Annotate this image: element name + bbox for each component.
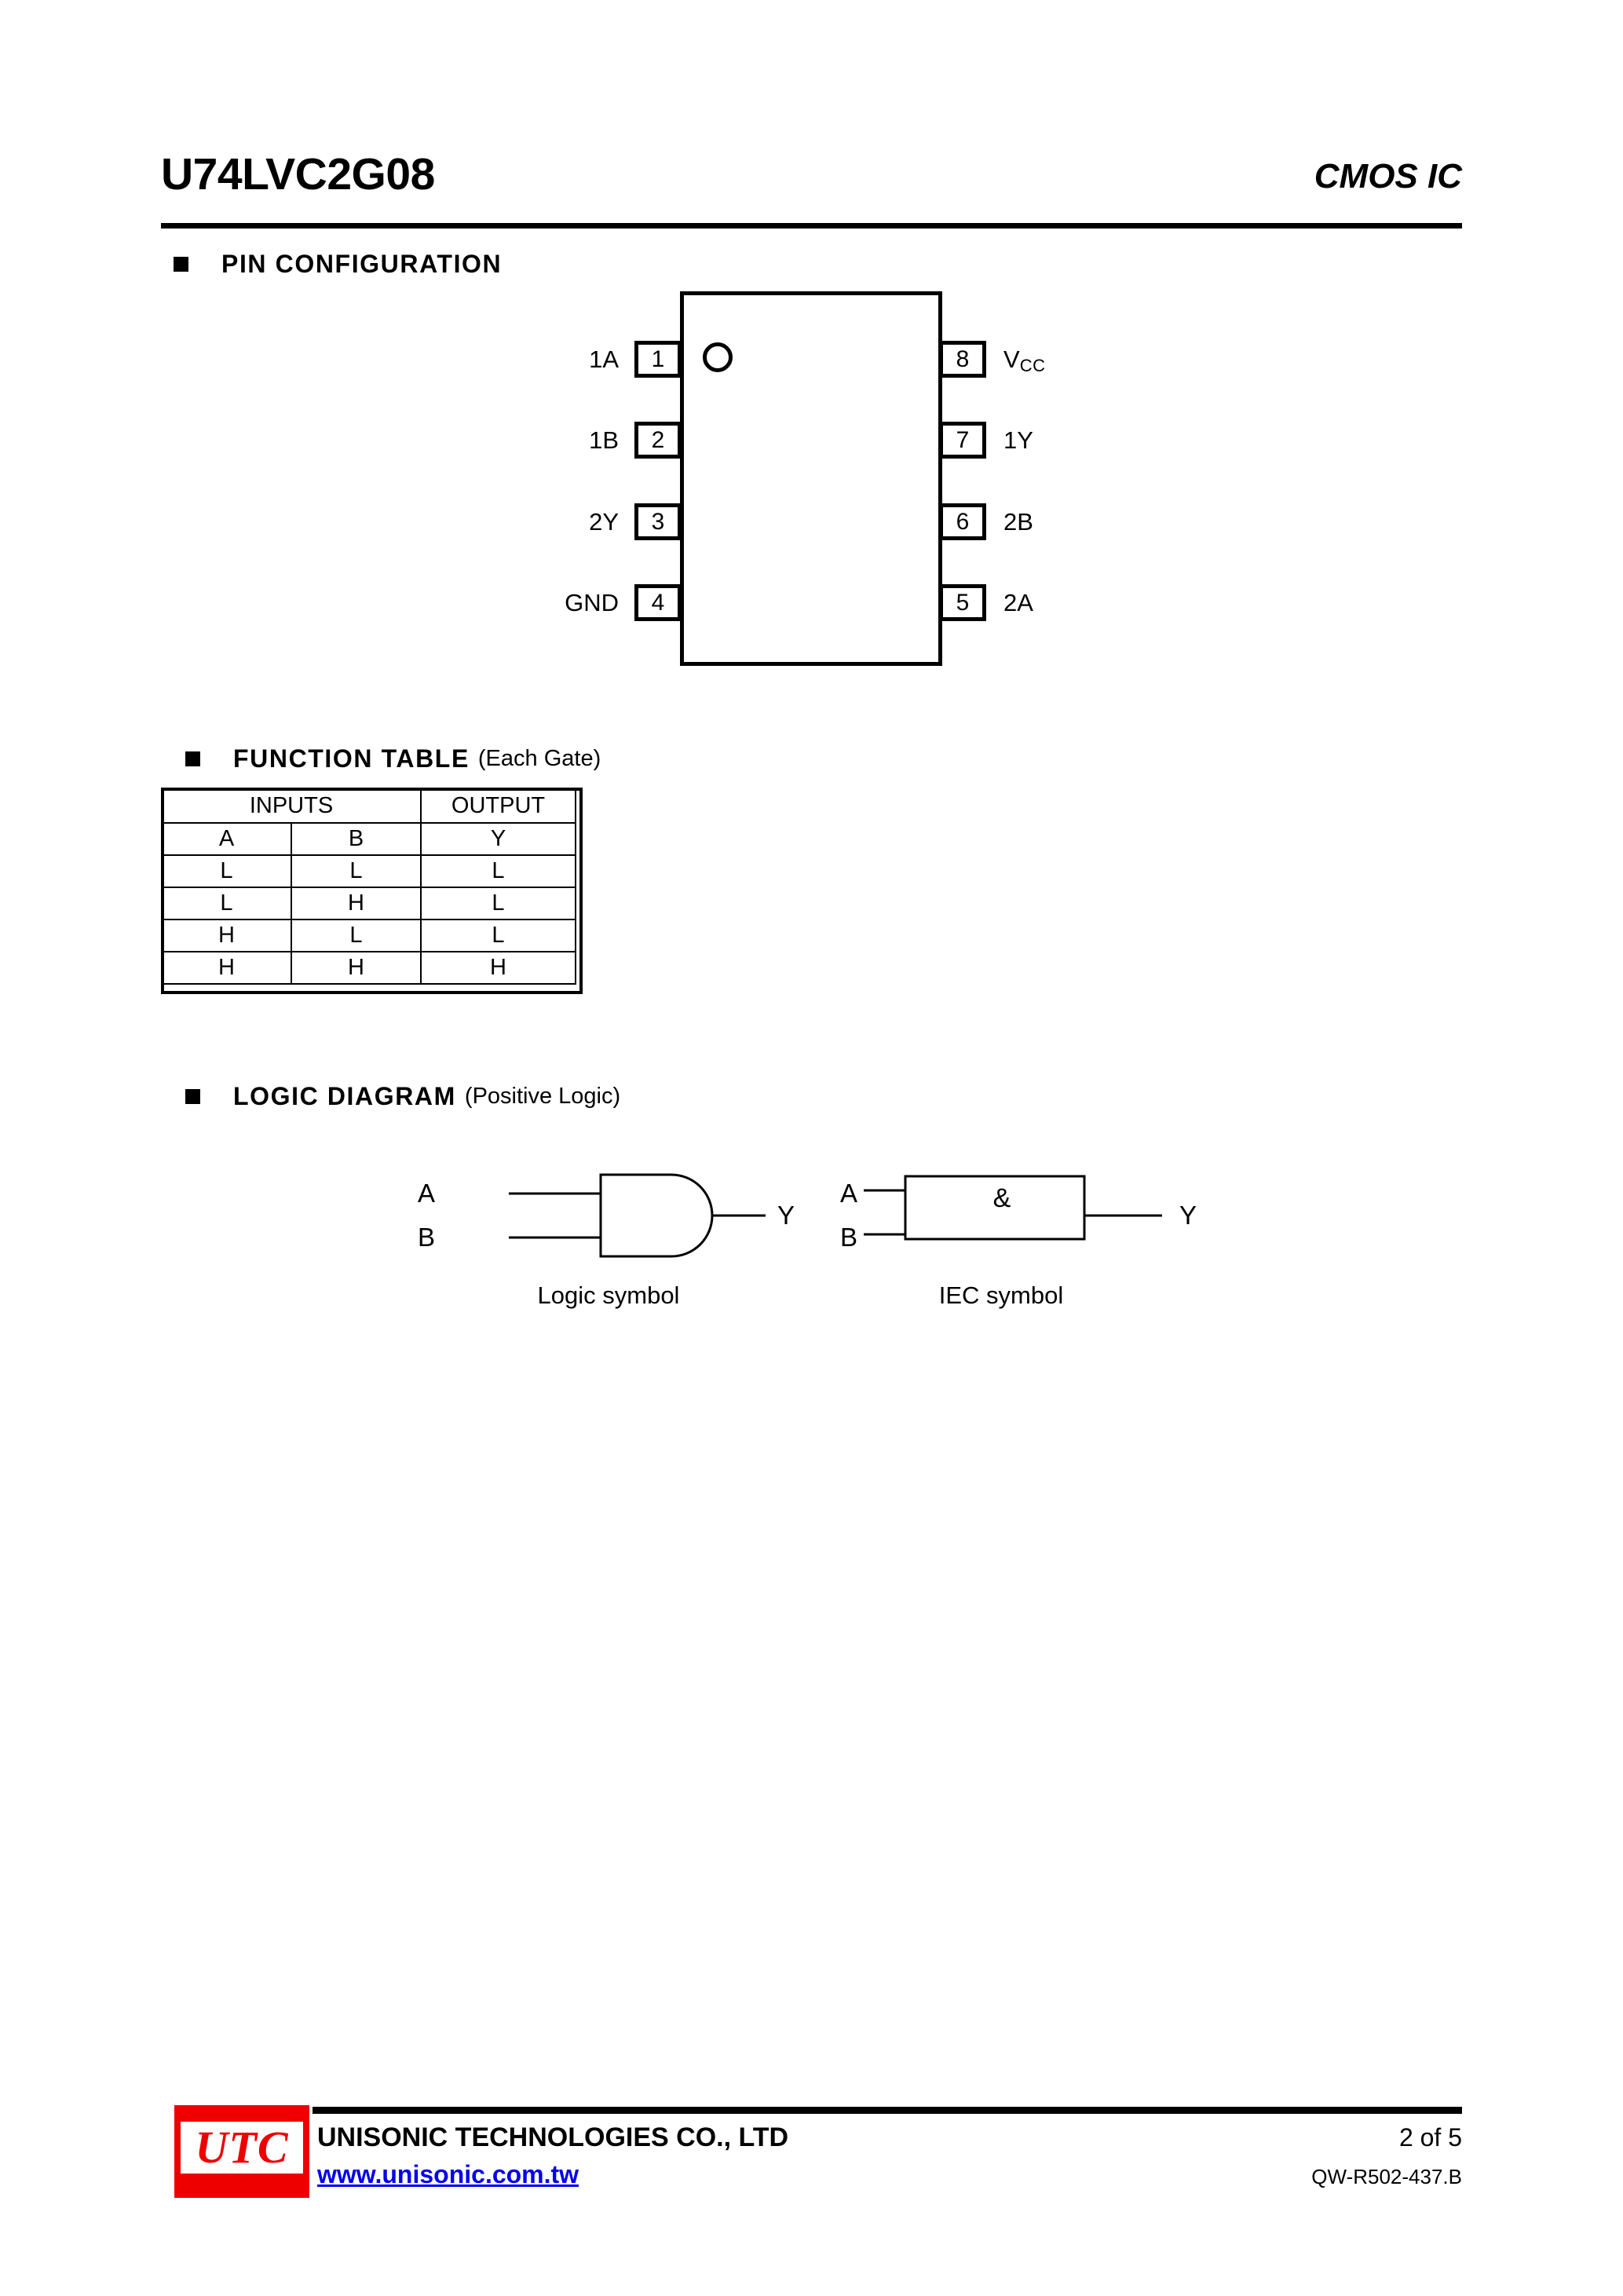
cell-y: L: [420, 854, 576, 888]
pin-box-5: 5: [939, 584, 986, 621]
cell-b: H: [291, 887, 422, 920]
function-table: INPUTS OUTPUT A B Y L L L L H L H L L H …: [161, 788, 576, 985]
table-row: L H L: [161, 887, 576, 920]
header-divider: [161, 223, 1462, 229]
cell-a: L: [161, 887, 292, 920]
iec-symbol-input-a-label: A: [840, 1179, 858, 1208]
pin-box-7: 7: [939, 422, 986, 459]
pin-label-5: 2A: [1003, 589, 1033, 616]
pin-label-2: 1B: [589, 426, 619, 454]
pin-box-6: 6: [939, 503, 986, 540]
pin-label-7: 1Y: [1003, 426, 1033, 454]
cell-b: H: [291, 951, 422, 985]
cell-b: L: [291, 854, 422, 888]
section-heading-pin-configuration: PIN CONFIGURATION: [174, 250, 502, 279]
logic-symbol-input-b-label: B: [418, 1223, 436, 1252]
and-gate-symbol-icon: [509, 1173, 766, 1258]
utc-logo: UTC: [174, 2105, 309, 2198]
iec-symbol-operator-label: &: [992, 1183, 1011, 1213]
pin-box-1: 1: [634, 341, 682, 378]
iec-symbol-input-b-label: B: [840, 1223, 858, 1252]
square-bullet-icon: [174, 257, 188, 272]
cell-a: H: [161, 951, 292, 985]
product-family-label: CMOS IC: [1314, 157, 1462, 196]
section-heading-function-table: FUNCTION TABLE (Each Gate): [185, 744, 601, 773]
document-code: QW-R502-437.B: [1311, 2165, 1462, 2188]
cell-y: L: [420, 887, 576, 920]
table-column-a: A: [161, 822, 292, 856]
pin-label-8-subscript: CC: [1019, 356, 1046, 375]
company-name: UNISONIC TECHNOLOGIES CO., LTD: [317, 2122, 789, 2152]
pin-label-8-text: V: [1003, 345, 1020, 373]
pin-label-8: VCC: [1003, 341, 1045, 380]
cell-a: L: [161, 854, 292, 888]
cell-b: L: [291, 919, 422, 952]
table-column-y: Y: [420, 822, 576, 856]
section-subtitle: (Positive Logic): [464, 1084, 621, 1109]
iec-symbol-caption: IEC symbol: [938, 1281, 1064, 1309]
pin-label-6: 2B: [1003, 508, 1033, 536]
table-group-header-row: INPUTS OUTPUT: [161, 788, 576, 824]
pin-configuration-diagram: 1 1A 2 1B 3 2Y 4 GND 8 VCC 7 1Y 6 2B 5 2…: [550, 283, 1052, 683]
utc-logo-inner-band: UTC: [181, 2122, 303, 2174]
section-heading-logic-diagram: LOGIC DIAGRAM (Positive Logic): [185, 1082, 620, 1111]
table-column-header-row: A B Y: [161, 822, 576, 856]
cell-y: H: [420, 951, 576, 985]
pin-box-3: 3: [634, 503, 682, 540]
table-header-inputs: INPUTS: [161, 788, 422, 824]
table-row: H H H: [161, 951, 576, 985]
pin-box-8: 8: [939, 341, 986, 378]
company-website-link[interactable]: www.unisonic.com.tw: [317, 2159, 579, 2189]
footer-divider: [313, 2107, 1462, 2114]
section-title: LOGIC DIAGRAM: [233, 1082, 456, 1110]
table-header-output: OUTPUT: [420, 788, 576, 824]
utc-logo-text: UTC: [195, 2122, 289, 2173]
pin-label-4: GND: [565, 589, 619, 616]
table-row: H L L: [161, 919, 576, 952]
section-subtitle: (Each Gate): [477, 746, 601, 771]
square-bullet-icon: [185, 1089, 200, 1104]
logic-symbol-output-label: Y: [777, 1201, 795, 1230]
logic-symbol-caption: Logic symbol: [537, 1281, 680, 1309]
pin-box-2: 2: [634, 422, 682, 459]
pin1-indicator-icon: [703, 342, 733, 372]
section-title: PIN CONFIGURATION: [221, 250, 503, 278]
page-number: 2 of 5: [1398, 2123, 1462, 2152]
pin-box-4: 4: [634, 584, 682, 621]
pin-label-1: 1A: [589, 345, 619, 373]
table-row: L L L: [161, 854, 576, 888]
square-bullet-icon: [185, 751, 200, 766]
logic-symbol-input-a-label: A: [418, 1179, 436, 1208]
logic-diagram-figures: A B Y Logic symbol A B Y & IEC symbol: [345, 1154, 1256, 1327]
pin-label-3: 2Y: [589, 508, 619, 536]
page-title: U74LVC2G08: [161, 149, 435, 199]
iec-symbol-output-label: Y: [1179, 1201, 1197, 1230]
section-title: FUNCTION TABLE: [233, 744, 470, 773]
cell-a: H: [161, 919, 292, 952]
table-column-b: B: [291, 822, 422, 856]
cell-y: L: [420, 919, 576, 952]
